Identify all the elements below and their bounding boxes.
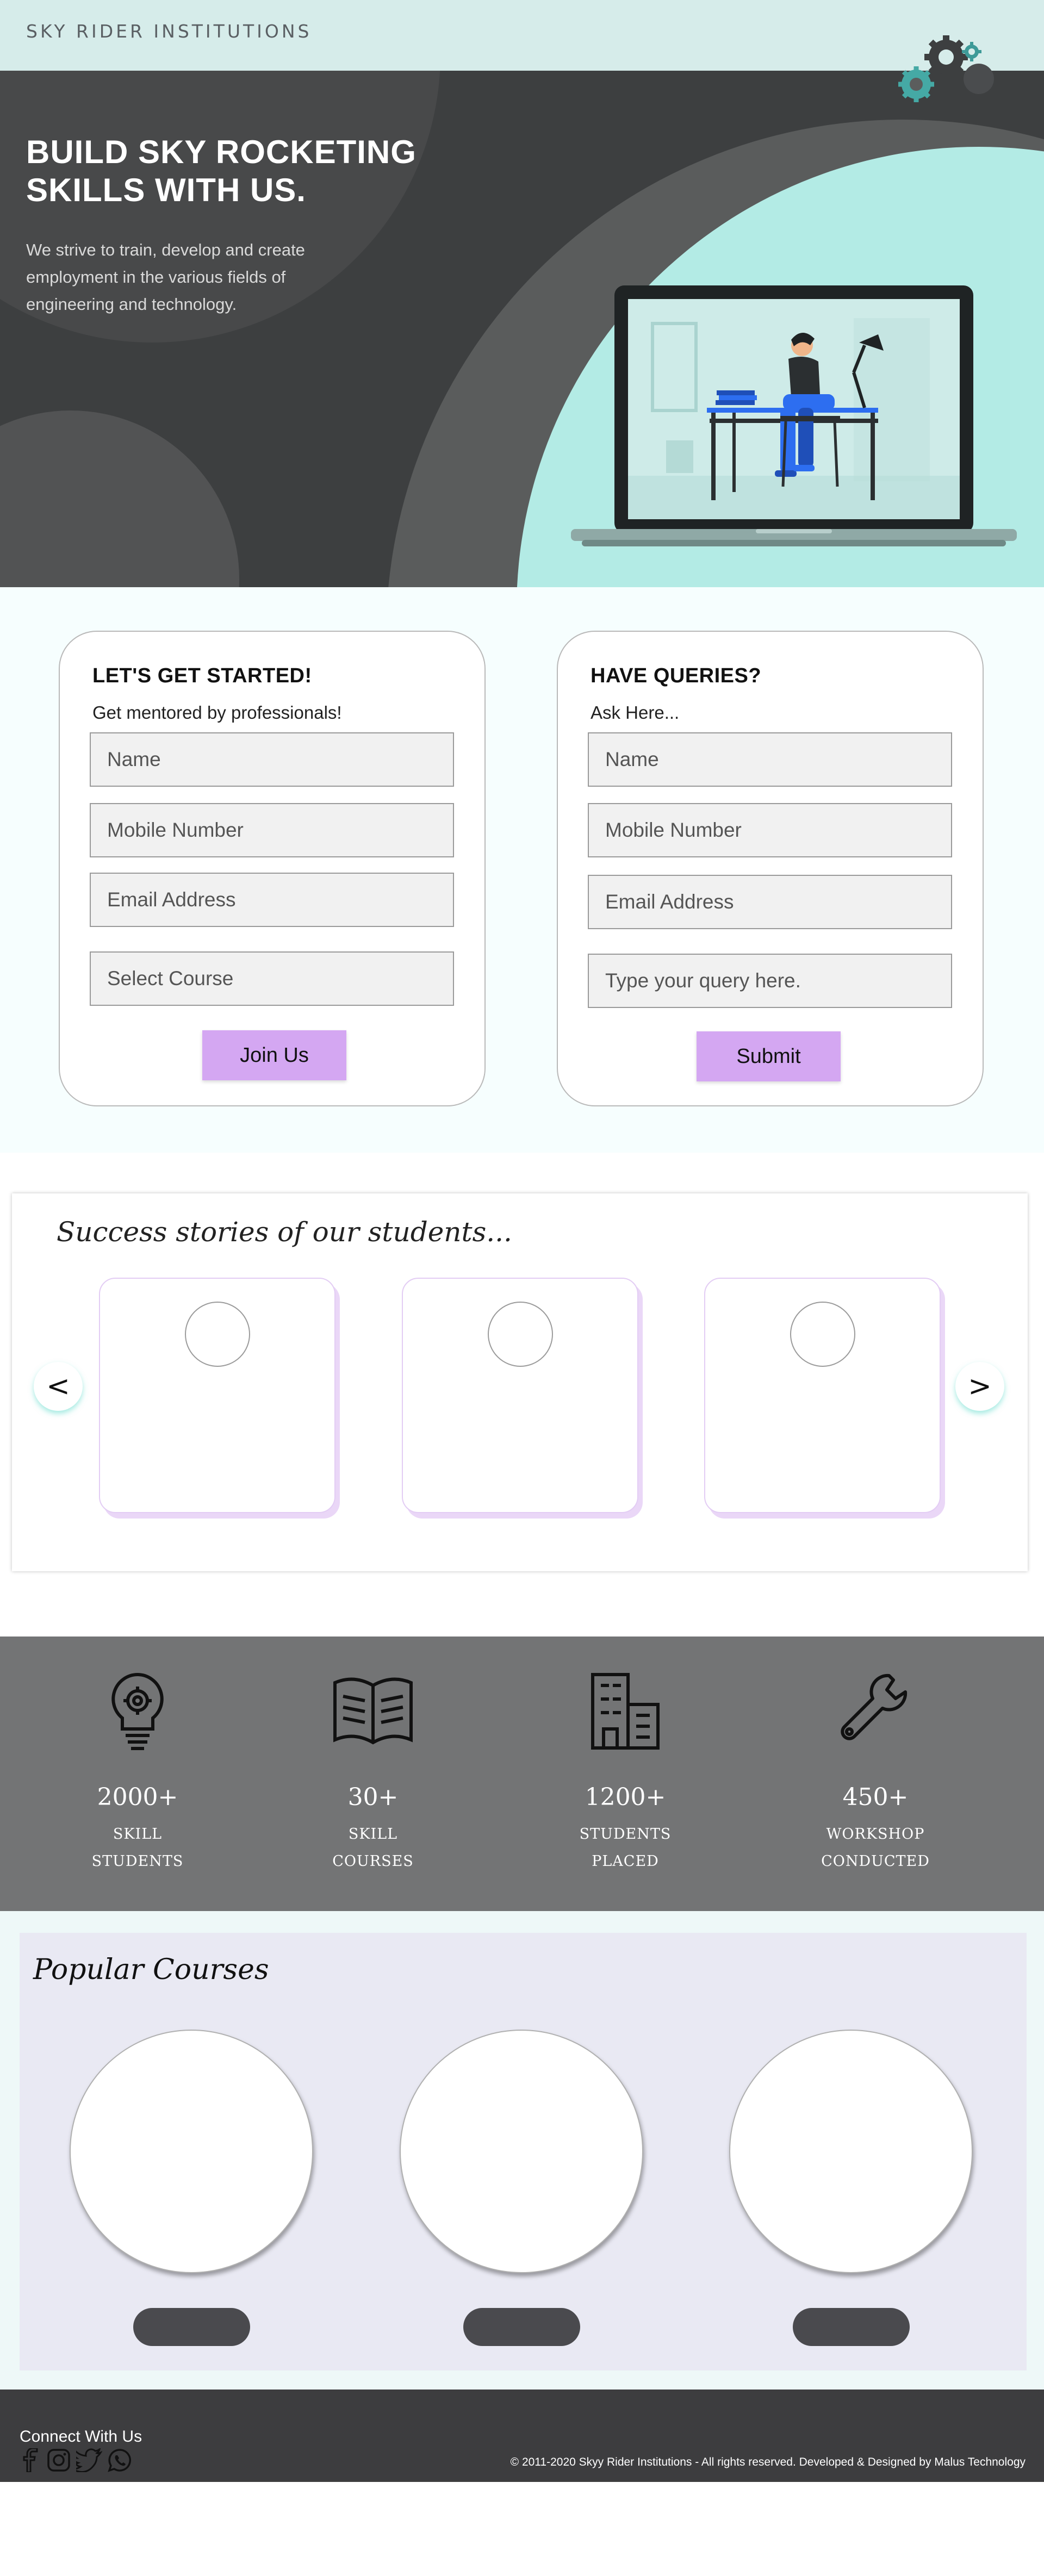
course-image[interactable] — [400, 2030, 643, 2273]
stat-label: WORKSHOP CONDUCTED — [821, 1826, 930, 1870]
avatar — [184, 1302, 250, 1367]
query-text-input[interactable]: Type your query here. — [588, 954, 952, 1008]
stat-label: SKILL COURSES — [332, 1826, 414, 1870]
course-button[interactable] — [463, 2308, 580, 2346]
avatar — [487, 1302, 553, 1367]
avatar — [790, 1302, 855, 1367]
brand-logo-text[interactable]: SKY RIDER INSTITUTIONS — [26, 21, 312, 42]
stat-skill-courses: 30+ SKILL COURSES — [302, 1669, 444, 1875]
stat-number: 2000+ — [97, 1783, 178, 1811]
stat-label: SKILL STUDENTS — [91, 1826, 184, 1870]
lightbulb-gear-icon — [111, 1672, 164, 1750]
wrench-icon — [841, 1673, 908, 1740]
footer: Connect With Us © 2011-2020 Skyy Rider I… — [0, 2390, 1044, 2482]
top-bar: SKY RIDER INSTITUTIONS — [0, 0, 1044, 71]
query-mobile-input[interactable]: Mobile Number — [588, 803, 952, 857]
query-form-subheading: Ask Here... — [591, 702, 680, 723]
story-card[interactable] — [99, 1278, 335, 1513]
stat-students-placed: 1200+ STUDENTS PLACED — [555, 1669, 696, 1875]
next-arrow-button[interactable]: > — [955, 1362, 1004, 1411]
join-mobile-input[interactable]: Mobile Number — [90, 803, 454, 857]
twitter-icon[interactable] — [76, 2448, 102, 2472]
courses-panel: Popular Courses — [20, 1933, 1027, 2370]
submit-button[interactable]: Submit — [697, 1031, 841, 1081]
join-form-subheading: Get mentored by professionals! — [92, 702, 342, 723]
connect-with-us-label: Connect With Us — [20, 2428, 142, 2446]
hero-subtitle: We strive to train, develop and create em… — [26, 240, 305, 314]
social-links — [20, 2448, 132, 2472]
hero-section: BUILD SKY ROCKETING SKILLS WITH US. We st… — [0, 71, 1044, 587]
laptop-illustration — [571, 285, 1017, 546]
query-name-input[interactable]: Name — [588, 732, 952, 787]
query-form-heading: HAVE QUERIES? — [591, 664, 762, 687]
course-image[interactable] — [729, 2030, 973, 2273]
join-name-input[interactable]: Name — [90, 732, 454, 787]
open-book-icon — [333, 1677, 413, 1745]
join-form-heading: LET'S GET STARTED! — [92, 664, 312, 687]
query-email-input[interactable]: Email Address — [588, 875, 952, 929]
stats-section: 2000+ SKILL STUDENTS 30+ SKILL COURSES 1… — [0, 1637, 1044, 1911]
whatsapp-icon[interactable] — [108, 2448, 132, 2472]
stat-label: STUDENTS PLACED — [579, 1826, 672, 1870]
copyright-text: © 2011-2020 Skyy Rider Institutions - Al… — [510, 2456, 1026, 2468]
story-card[interactable] — [402, 1278, 638, 1513]
course-image[interactable] — [70, 2030, 313, 2273]
stat-number: 1200+ — [585, 1783, 666, 1811]
stat-skill-students: 2000+ SKILL STUDENTS — [67, 1669, 208, 1875]
stat-number: 30+ — [347, 1783, 399, 1811]
join-email-input[interactable]: Email Address — [90, 873, 454, 927]
courses-heading: Popular Courses — [33, 1953, 269, 1986]
courses-section: Popular Courses — [0, 1911, 1044, 2390]
forms-section: LET'S GET STARTED! Get mentored by profe… — [0, 587, 1044, 1153]
stories-heading: Success stories of our students... — [57, 1216, 512, 1248]
stat-workshop-conducted: 450+ WORKSHOP CONDUCTED — [805, 1669, 946, 1875]
hero-title: BUILD SKY ROCKETING SKILLS WITH US. — [26, 134, 417, 208]
facebook-icon[interactable] — [20, 2448, 41, 2472]
query-form-card: HAVE QUERIES? Ask Here... Name Mobile Nu… — [557, 631, 984, 1106]
join-us-button[interactable]: Join Us — [202, 1030, 346, 1080]
course-button[interactable] — [793, 2308, 910, 2346]
join-form-card: LET'S GET STARTED! Get mentored by profe… — [59, 631, 486, 1106]
stat-number: 450+ — [842, 1783, 909, 1811]
course-button[interactable] — [133, 2308, 250, 2346]
success-stories-section: Success stories of our students... < > — [12, 1193, 1028, 1571]
gears-icon — [898, 35, 994, 102]
buildings-icon — [591, 1673, 660, 1750]
story-card[interactable] — [704, 1278, 941, 1513]
instagram-icon[interactable] — [47, 2448, 71, 2472]
prev-arrow-button[interactable]: < — [34, 1362, 83, 1411]
select-course-dropdown[interactable]: Select Course — [90, 951, 454, 1006]
